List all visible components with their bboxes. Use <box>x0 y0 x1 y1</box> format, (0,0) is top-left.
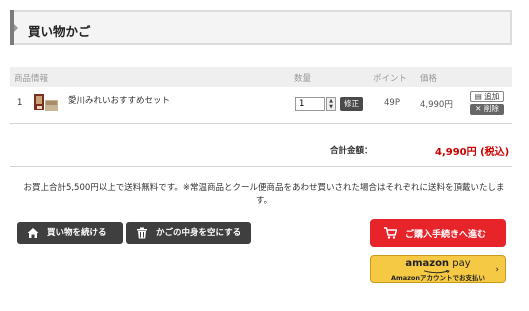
shipping-notice: お買上合計5,500円以上で送料無料です。※常温商品とクール便商品をあわせ買いさ… <box>23 183 505 206</box>
close-icon: ✕ <box>475 104 482 113</box>
quantity-input[interactable] <box>295 97 325 111</box>
continue-shopping-button[interactable]: 買い物を続ける <box>17 222 123 244</box>
page-title: 買い物かご <box>28 24 91 39</box>
amazon-logo-text: amazon <box>405 258 450 269</box>
product-thumbnail[interactable] <box>33 91 60 114</box>
column-price: 価格 <box>420 74 438 84</box>
column-quantity: 数量 <box>294 74 312 84</box>
column-product: 商品情報 <box>14 74 49 84</box>
pay-logo-text: pay <box>452 258 471 269</box>
amazon-pay-sublabel: Amazonアカウントでお支払い <box>390 274 486 282</box>
update-quantity-button[interactable]: 修正 <box>340 97 363 111</box>
checkout-label: ご購入手続きへ進む <box>405 230 487 240</box>
continue-shopping-label: 買い物を続ける <box>47 228 107 238</box>
add-icon: ▤ <box>474 92 482 101</box>
quantity-stepper[interactable]: ▲ ▼ <box>326 97 336 111</box>
home-icon <box>27 228 39 238</box>
empty-cart-label: かごの中身を空にする <box>156 228 242 238</box>
row-number: 1 <box>17 98 23 108</box>
amazon-pay-button[interactable]: amazon pay Amazonアカウントでお支払い › <box>370 255 506 283</box>
add-item-label: 追加 <box>484 92 500 101</box>
amazon-pay-logo: amazon pay <box>371 258 505 269</box>
stepper-down-icon[interactable]: ▼ <box>327 104 335 110</box>
cart-table-header: 商品情報 数量 ポイント 価格 <box>10 67 512 87</box>
page-header: 買い物かご <box>10 10 512 45</box>
cart-icon <box>384 227 397 239</box>
column-points: ポイント <box>373 74 408 84</box>
total-value: 4,990円 (税込) <box>435 147 510 158</box>
header-triangle-icon <box>14 24 18 32</box>
chevron-right-icon: › <box>495 265 499 275</box>
item-points: 49P <box>384 98 400 108</box>
empty-cart-button[interactable]: かごの中身を空にする <box>126 222 251 244</box>
delete-item-button[interactable]: ✕ 削除 <box>470 104 504 115</box>
checkout-button[interactable]: ご購入手続きへ進む <box>370 219 506 247</box>
add-item-button[interactable]: ▤ 追加 <box>470 91 504 102</box>
delete-item-label: 削除 <box>483 104 499 113</box>
trash-icon <box>137 227 147 239</box>
divider <box>10 166 512 167</box>
item-price: 4,990円 <box>420 100 453 110</box>
divider <box>10 123 512 124</box>
total-label: 合計金額： <box>330 146 373 156</box>
product-name-link[interactable]: 愛川みれいおすすめセット <box>68 94 170 106</box>
cart-item-row: 1 愛川みれいおすすめセット ▲ ▼ 修正 49P 4,990円 ▤ 追加 ✕ … <box>10 87 512 122</box>
